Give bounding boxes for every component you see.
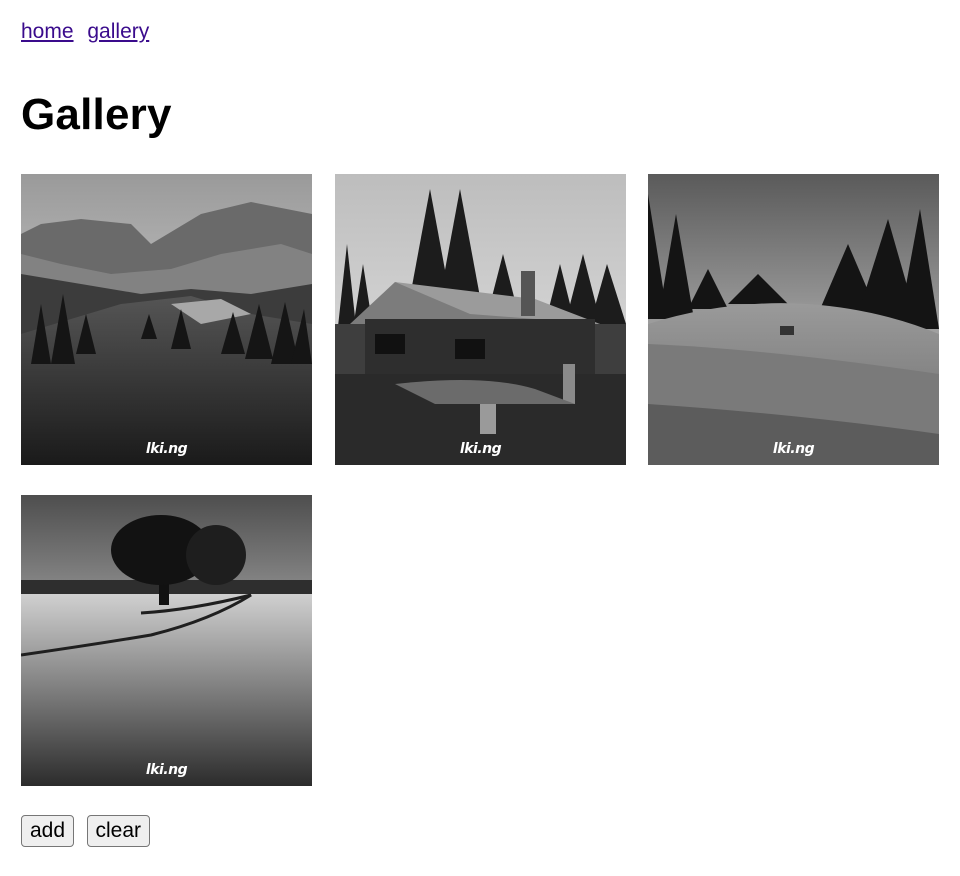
gallery-image-mountain-meadow[interactable]: lki.ng bbox=[21, 174, 312, 465]
gallery-link[interactable]: gallery bbox=[87, 20, 149, 43]
gallery-image-grassy-valley[interactable]: lki.ng bbox=[648, 174, 939, 465]
watermark: lki.ng bbox=[772, 441, 815, 457]
grassy-valley-image bbox=[648, 174, 939, 465]
home-link[interactable]: home bbox=[21, 20, 74, 43]
lone-tree-field-image bbox=[21, 495, 312, 786]
gallery-grid: lki.ng lki.ng lki.ng lki.ng bbox=[21, 174, 941, 786]
watermark: lki.ng bbox=[459, 441, 502, 457]
page-title: Gallery bbox=[21, 90, 172, 139]
watermark: lki.ng bbox=[145, 762, 188, 778]
gallery-image-log-cabin[interactable]: lki.ng bbox=[335, 174, 626, 465]
add-button[interactable]: add bbox=[21, 815, 75, 847]
gallery-image-lone-tree-field[interactable]: lki.ng bbox=[21, 495, 312, 786]
button-bar: add clear bbox=[21, 815, 158, 847]
watermark: lki.ng bbox=[145, 441, 188, 457]
clear-button[interactable]: clear bbox=[86, 815, 151, 847]
mountain-meadow-image bbox=[21, 174, 312, 465]
top-nav: home gallery bbox=[21, 20, 157, 44]
log-cabin-image bbox=[335, 174, 626, 465]
